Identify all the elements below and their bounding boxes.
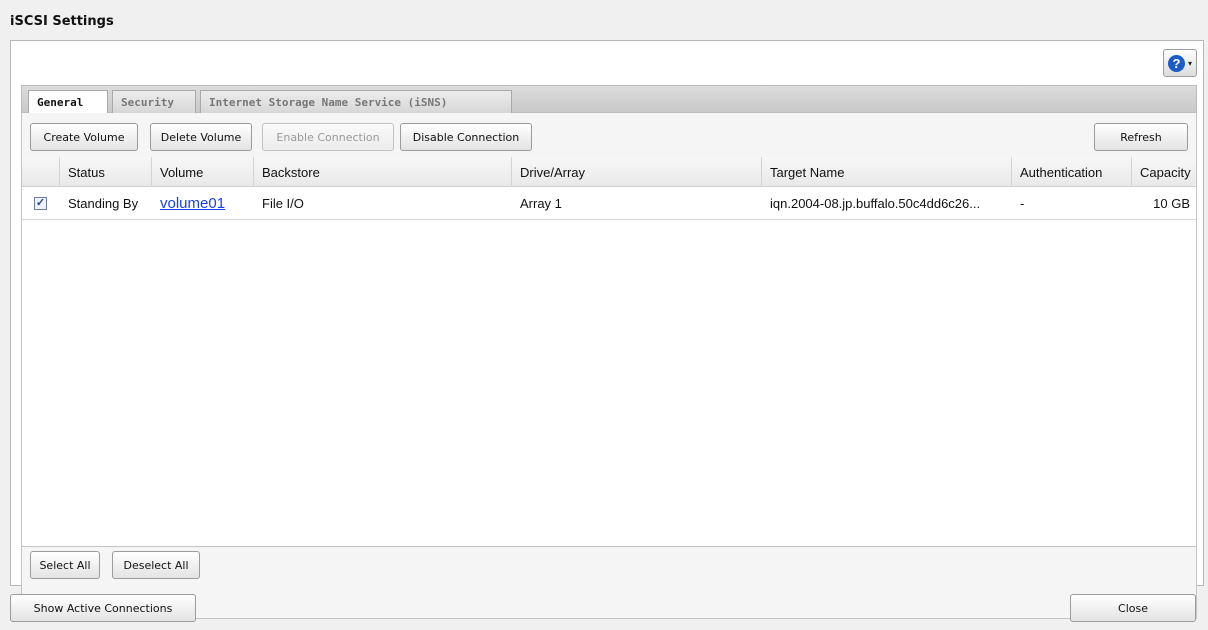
volume-cell: volume01: [152, 187, 254, 220]
volume-table: Status Volume Backstore Drive/Array Targ…: [21, 157, 1197, 547]
tab-isns[interactable]: Internet Storage Name Service (iSNS): [200, 90, 512, 114]
backstore-cell: File I/O: [262, 196, 304, 211]
tab-security[interactable]: Security: [112, 90, 196, 114]
column-header-authentication[interactable]: Authentication: [1012, 157, 1132, 187]
create-volume-button[interactable]: Create Volume: [30, 123, 138, 151]
enable-connection-button[interactable]: Enable Connection: [262, 123, 394, 151]
help-icon: ?: [1167, 54, 1185, 72]
dialog-title: iSCSI Settings: [10, 14, 114, 29]
show-active-connections-button[interactable]: Show Active Connections: [10, 594, 196, 622]
column-header-status[interactable]: Status: [60, 157, 152, 187]
authentication-cell: -: [1020, 196, 1025, 211]
settings-panel: ? ▾ General Security Internet Storage Na…: [10, 40, 1204, 619]
refresh-button[interactable]: Refresh: [1094, 123, 1188, 151]
status-cell: Standing By: [68, 196, 139, 211]
iscsi-settings-dialog: iSCSI Settings ? ▾ General Security Inte…: [0, 0, 1208, 630]
drive-array-cell: Array 1: [520, 196, 562, 211]
column-header-backstore[interactable]: Backstore: [254, 157, 512, 187]
tab-bar: General Security Internet Storage Name S…: [21, 85, 1197, 115]
disable-connection-button[interactable]: Disable Connection: [400, 123, 532, 151]
target-name-cell: iqn.2004-08.jp.buffalo.50c4dd6c26...: [770, 196, 981, 211]
chevron-down-icon: ▾: [1187, 58, 1192, 68]
column-header-select: [22, 157, 60, 187]
volume-link[interactable]: volume01: [160, 195, 225, 212]
help-button[interactable]: ? ▾: [1163, 49, 1197, 77]
table-row[interactable]: ✓ Standing By volume01 File I/O Array 1 …: [22, 187, 1196, 220]
selection-bar: Select All Deselect All: [21, 547, 1197, 619]
volume-toolbar: Create Volume Delete Volume Enable Conne…: [21, 113, 1197, 157]
row-checkbox[interactable]: ✓: [34, 197, 47, 210]
column-header-drive-array[interactable]: Drive/Array: [512, 157, 762, 187]
table-header: Status Volume Backstore Drive/Array Targ…: [22, 157, 1196, 187]
column-header-capacity[interactable]: Capacity: [1132, 157, 1196, 187]
deselect-all-button[interactable]: Deselect All: [112, 551, 200, 579]
column-header-volume[interactable]: Volume: [152, 157, 254, 187]
tab-general[interactable]: General: [28, 90, 108, 115]
select-all-button[interactable]: Select All: [30, 551, 100, 579]
row-select-cell: ✓: [26, 187, 60, 220]
column-header-target-name[interactable]: Target Name: [762, 157, 1012, 187]
delete-volume-button[interactable]: Delete Volume: [150, 123, 252, 151]
close-button[interactable]: Close: [1070, 594, 1196, 622]
capacity-cell: 10 GB: [1153, 196, 1190, 211]
